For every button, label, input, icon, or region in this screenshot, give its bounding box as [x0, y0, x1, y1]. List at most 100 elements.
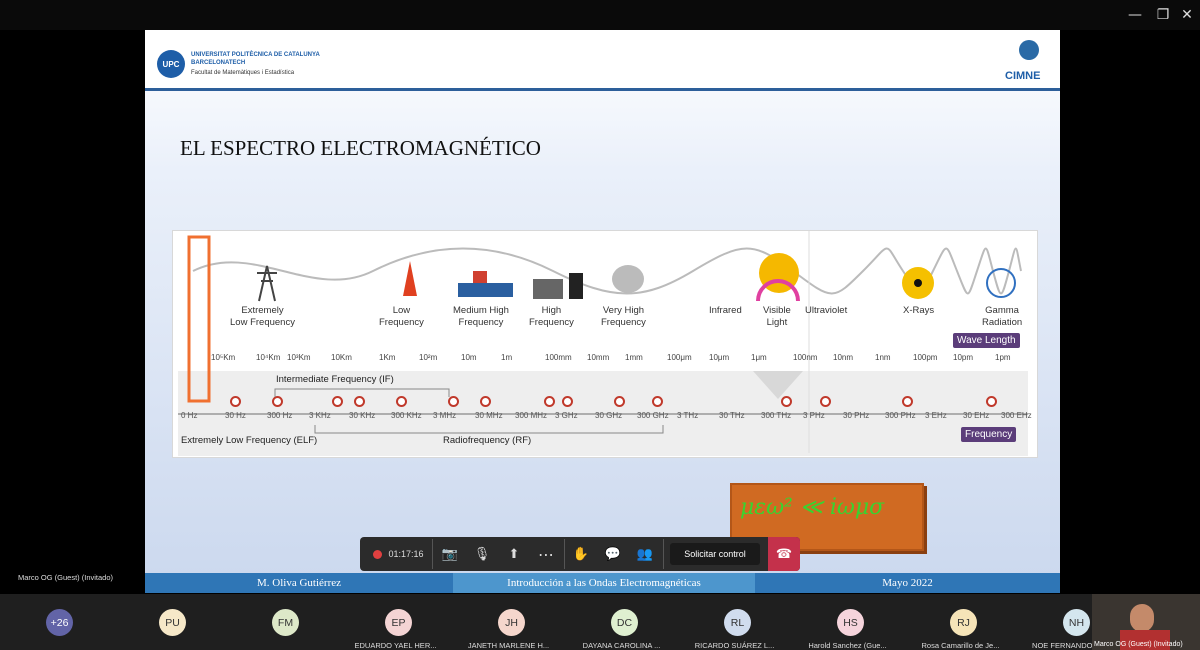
raise-hand-icon[interactable]: ✋: [567, 537, 595, 571]
rocket-icon: [403, 261, 417, 296]
footer-date: Mayo 2022: [755, 573, 1060, 593]
participant-tile[interactable]: JH JANETH MARLENE H...: [452, 594, 565, 650]
cimne-label: CIMNE: [1005, 70, 1041, 82]
presenter-label: Marco OG (Guest) (Invitado): [18, 573, 114, 582]
header-divider: [145, 88, 1060, 91]
wavelength-label: 1μm: [751, 353, 767, 362]
frequency-label: 3 GHz: [555, 411, 578, 420]
band-rf-bracket: [314, 425, 664, 434]
participant-name: DAYANA CAROLINA ...: [582, 641, 661, 650]
call-timer: 01:17:16: [388, 549, 424, 559]
frequency-label: 30 PHz: [843, 411, 870, 420]
wavelength-label: 10mm: [587, 353, 610, 362]
frequency-label: 300 EHz: [1001, 411, 1032, 420]
em-spectrum-figure: Extremely Low Frequency Low Frequency Medi…: [172, 230, 1038, 458]
participant-name: EDUARDO YAEL HER...: [354, 641, 437, 650]
frequency-label: 300 GHz: [637, 411, 669, 420]
wavelength-label: 10³Km: [287, 353, 311, 362]
frequency-marker: [652, 396, 663, 407]
ship-cabin-icon: [473, 271, 487, 283]
hang-up-icon[interactable]: ☎: [768, 537, 800, 571]
frequency-label: 30 KHz: [349, 411, 376, 420]
participant-tile[interactable]: HS Harold Sanchez (Gue...: [791, 594, 904, 650]
participant-tile[interactable]: +26: [0, 594, 113, 650]
frequency-label: 300 KHz: [391, 411, 422, 420]
minimize-button[interactable]: —: [1120, 0, 1150, 30]
self-view-label: Marco OG (Guest) (Invitado): [1094, 641, 1183, 648]
frequency-marker: [614, 396, 625, 407]
frequency-label: 300 THz: [761, 411, 792, 420]
frequency-label: 300 PHz: [885, 411, 916, 420]
participant-tile[interactable]: RJ Rosa Camarillo de Je...: [904, 594, 1017, 650]
participant-avatar: PU: [159, 609, 186, 636]
frequency-label: 30 Hz: [225, 411, 246, 420]
region-label: Low Frequency: [379, 305, 424, 328]
participant-name: JANETH MARLENE H...: [467, 641, 550, 650]
frequency-marker: [480, 396, 491, 407]
participant-tile[interactable]: PU: [113, 594, 226, 650]
participant-strip: +26 PU FM EP EDUARDO YAEL HER... JH JANETH MAR…: [0, 594, 1200, 650]
self-video-tile[interactable]: Marco OG (Guest) (Invitado): [1092, 594, 1200, 650]
window-titlebar: — ❐ ✕: [0, 0, 1200, 30]
share-screen-icon[interactable]: ⬆: [500, 537, 528, 571]
university-subname: BARCELONATECH: [191, 60, 246, 66]
wavelength-label: 100nm: [793, 353, 818, 362]
upc-logo: UPC: [157, 50, 185, 78]
wavelength-label: 100mm: [545, 353, 572, 362]
wavelength-label: 10⁴Km: [256, 353, 281, 362]
frequency-label: 3 EHz: [925, 411, 947, 420]
slide-header: UPC UNIVERSITAT POLITÈCNICA DE CATALUNYA…: [145, 30, 1060, 91]
wavelength-label: 1mm: [625, 353, 643, 362]
region-label: Extremely Low Frequency: [230, 305, 295, 328]
wavelength-label: 1m: [501, 353, 513, 362]
frequency-label: 30 THz: [719, 411, 745, 420]
participant-tile[interactable]: RL RICARDO SUÁREZ L...: [678, 594, 791, 650]
frequency-label: 30 EHz: [963, 411, 990, 420]
band-if-bracket: [274, 388, 450, 397]
slide-footer: M. Oliva Gutiérrez Introducción a las On…: [145, 573, 1060, 593]
phone-icon: [569, 273, 583, 299]
ship-icon: [458, 283, 513, 297]
wavelength-label: 10pm: [953, 353, 974, 362]
more-options-icon[interactable]: ⋯: [532, 537, 560, 571]
participant-name: Rosa Camarillo de Je...: [921, 641, 1000, 650]
meeting-control-bar: 01:17:16 📷 🎙 ⬆ ⋯ ✋ 💬 👥 Solicitar control…: [360, 537, 800, 571]
wavelength-label: 1nm: [875, 353, 891, 362]
wavelength-label: 1pm: [995, 353, 1011, 362]
mic-off-icon[interactable]: 🎙: [468, 537, 496, 571]
chat-icon[interactable]: 💬: [599, 537, 627, 571]
satellite-dish-icon: [612, 265, 644, 293]
band-if-label: Intermediate Frequency (IF): [276, 374, 394, 385]
frequency-marker: [820, 396, 831, 407]
region-label: Very High Frequency: [601, 305, 646, 328]
close-button[interactable]: ✕: [1172, 0, 1200, 30]
footer-course: Introducción a las Ondas Electromagnétic…: [453, 573, 755, 593]
frequency-marker: [230, 396, 241, 407]
wavelength-label: 100pm: [913, 353, 938, 362]
request-control-button[interactable]: Solicitar control: [670, 543, 760, 565]
wavelength-label: 10nm: [833, 353, 854, 362]
faculty-name: Facultat de Matemàtiques i Estadística: [191, 70, 295, 76]
globe-icon: [1019, 40, 1039, 60]
university-name: UNIVERSITAT POLITÈCNICA DE CATALUNYA: [191, 52, 320, 58]
wave-curve: [192, 247, 1022, 295]
camera-off-icon[interactable]: 📷: [436, 537, 464, 571]
frequency-label: 3 MHz: [433, 411, 457, 420]
frequency-label: 3 PHz: [803, 411, 825, 420]
cimne-logo: CIMNE: [1003, 40, 1053, 88]
frequency-marker: [781, 396, 792, 407]
participant-avatar: +26: [46, 609, 73, 636]
participant-avatar: RL: [724, 609, 751, 636]
region-label: X-Rays: [903, 305, 935, 316]
participant-tile[interactable]: EP EDUARDO YAEL HER...: [339, 594, 452, 650]
participant-tile[interactable]: FM: [226, 594, 339, 650]
frequency-tag: Frequency: [961, 427, 1017, 442]
frequency-marker: [544, 396, 555, 407]
participant-avatar: HS: [837, 609, 864, 636]
participant-avatar: RJ: [950, 609, 977, 636]
participants-icon[interactable]: 👥: [631, 537, 659, 571]
equation-text: μεω² ≪ iωμσ: [740, 495, 885, 520]
participant-avatar: FM: [272, 609, 299, 636]
participant-avatar: DC: [611, 609, 638, 636]
participant-tile[interactable]: DC DAYANA CAROLINA ...: [565, 594, 678, 650]
